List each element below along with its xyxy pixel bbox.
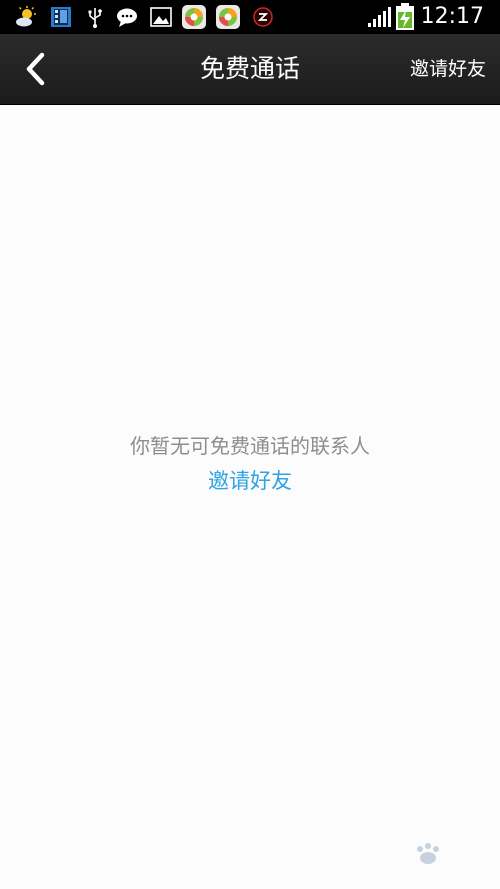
weather-icon <box>16 6 36 27</box>
gallery-icon <box>150 7 172 27</box>
usb-icon <box>88 8 102 28</box>
status-bar: 12:17 <box>0 0 500 34</box>
invite-link-row: 邀请好友 <box>0 465 500 495</box>
action-bar: 免费通话 邀请好友 <box>0 34 500 105</box>
calendar-icon <box>51 7 71 27</box>
status-time: 12:17 <box>420 4 484 29</box>
invite-friends-button[interactable]: 邀请好友 <box>410 34 486 104</box>
app-icon <box>216 5 240 29</box>
back-button[interactable] <box>10 44 60 94</box>
empty-message: 你暂无可免费通话的联系人 <box>130 434 370 458</box>
invite-friends-link[interactable]: 邀请好友 <box>208 469 292 493</box>
battery-charging-icon <box>396 3 414 30</box>
contacts-empty-state: 你暂无可免费通话的联系人 邀请好友 <box>0 105 500 889</box>
signal-icon <box>368 7 391 27</box>
shield-icon <box>253 7 273 27</box>
app-icon <box>182 5 206 29</box>
watermark-logo <box>417 843 439 864</box>
chevron-left-icon <box>26 52 45 86</box>
chat-icon <box>117 8 137 27</box>
